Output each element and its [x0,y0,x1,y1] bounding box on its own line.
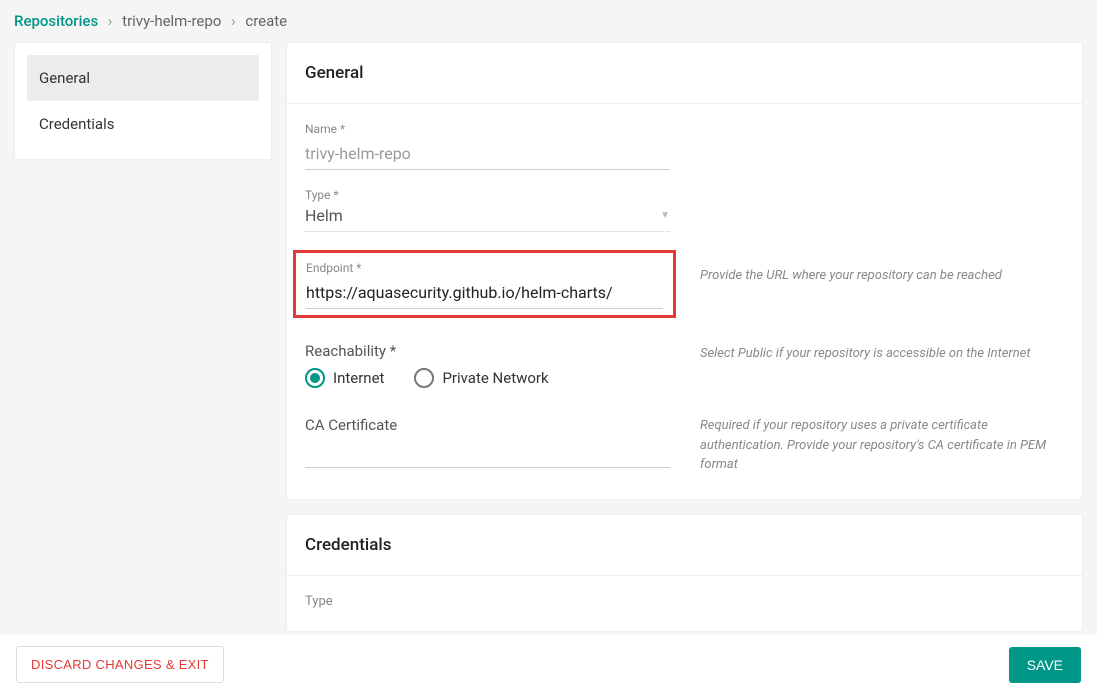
breadcrumb-separator: › [231,12,236,30]
radio-icon [305,368,325,388]
endpoint-label: Endpoint * [306,261,663,275]
type-value: Helm [305,206,660,225]
sidebar: General Credentials [14,42,272,160]
name-label: Name * [305,122,670,136]
chevron-down-icon: ▼ [660,210,670,221]
save-button[interactable]: SAVE [1009,647,1081,683]
breadcrumb: Repositories › trivy-helm-repo › create [0,0,1097,42]
main-content: General Name * Type * Helm ▼ [286,42,1083,632]
credentials-type-label: Type [305,594,670,609]
ca-certificate-label: CA Certificate [305,416,670,434]
general-card: General Name * Type * Helm ▼ [286,42,1083,500]
name-input[interactable] [305,140,670,170]
ca-certificate-hint: Required if your repository uses a priva… [700,416,1064,475]
breadcrumb-separator: › [108,12,113,30]
sidebar-item-label: Credentials [39,115,114,133]
endpoint-input[interactable] [306,279,663,309]
ca-certificate-input[interactable] [305,444,670,468]
radio-internet[interactable]: Internet [305,368,384,388]
breadcrumb-root[interactable]: Repositories [14,12,98,30]
sidebar-item-label: General [39,69,90,87]
credentials-card-title: Credentials [287,515,1082,576]
breadcrumb-item-1[interactable]: trivy-helm-repo [122,12,221,30]
radio-icon [414,368,434,388]
endpoint-hint: Provide the URL where your repository ca… [700,250,1002,318]
reachability-hint: Select Public if your repository is acce… [700,342,1030,388]
reachability-label: Reachability * [305,342,670,360]
sidebar-item-general[interactable]: General [27,55,259,101]
sidebar-item-credentials[interactable]: Credentials [27,101,259,147]
footer-bar: DISCARD CHANGES & EXIT SAVE [0,633,1097,695]
type-label: Type * [305,188,670,202]
general-card-title: General [287,43,1082,104]
radio-private-label: Private Network [442,369,548,387]
discard-button[interactable]: DISCARD CHANGES & EXIT [16,646,224,683]
radio-private-network[interactable]: Private Network [414,368,548,388]
breadcrumb-item-2: create [245,12,287,30]
radio-internet-label: Internet [333,369,384,387]
credentials-card: Credentials Type [286,514,1083,632]
endpoint-highlight: Endpoint * [293,250,676,318]
type-select[interactable]: Helm ▼ [305,206,670,232]
